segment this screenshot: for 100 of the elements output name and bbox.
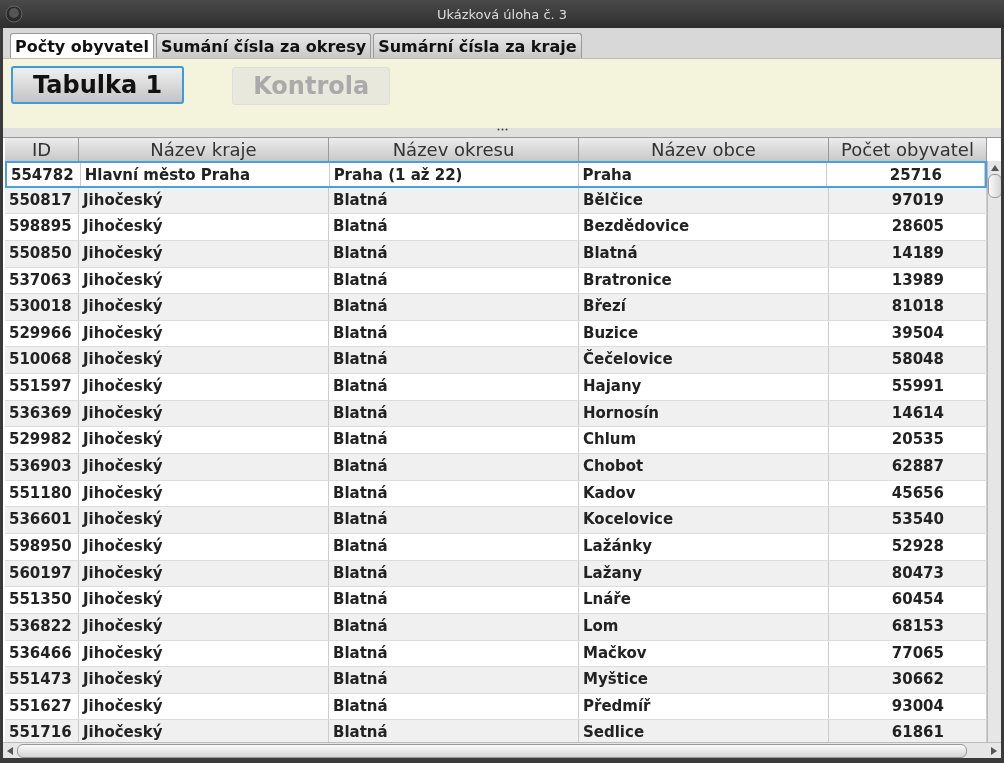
- table-cell: 551350: [5, 587, 79, 613]
- table-cell: 598895: [5, 214, 79, 240]
- table-row[interactable]: 529982 Jihočeský Blatná Chlum 20535: [5, 427, 987, 455]
- table-cell: Jihočeský: [79, 587, 329, 613]
- table-cell: 529982: [5, 427, 79, 454]
- table-row[interactable]: 554782 Hlavní město Praha Praha (1 až 22) Praha 25716: [5, 161, 987, 188]
- table-cell: 560197: [5, 560, 79, 587]
- table-cell: Jihočeský: [79, 427, 329, 454]
- table-cell: Lažánky: [579, 533, 829, 560]
- table-row[interactable]: 560197 Jihočeský Blatná Lažany 80473: [5, 560, 987, 588]
- table-cell: Kadov: [579, 480, 829, 507]
- table-row[interactable]: 550817 Jihočeský Blatná Bělčice 97019: [5, 187, 987, 215]
- table-cell: Blatná: [329, 320, 579, 347]
- column-header[interactable]: Název obce: [579, 138, 829, 161]
- table-cell: Blatná: [329, 533, 579, 560]
- table-row[interactable]: 529966 Jihočeský Blatná Buzice 39504: [5, 320, 987, 348]
- table-row[interactable]: 550850 Jihočeský Blatná Blatná 14189: [5, 240, 987, 268]
- table-cell: Chlum: [579, 427, 829, 454]
- tab[interactable]: Počty obyvatel: [10, 33, 154, 58]
- table-row[interactable]: 536466 Jihočeský Blatná Mačkov 77065: [5, 640, 987, 668]
- table-cell: Lom: [579, 613, 829, 640]
- table-row[interactable]: 536601 Jihočeský Blatná Kocelovice 53540: [5, 507, 987, 534]
- table-cell: Hlavní město Praha: [80, 163, 330, 186]
- table-row[interactable]: 551716 Jihočeský Blatná Sedlice 61861: [5, 720, 987, 742]
- table-row[interactable]: 537063 Jihočeský Blatná Bratronice 13989: [5, 267, 987, 295]
- table-row[interactable]: 536369 Jihočeský Blatná Hornosín 14614: [5, 400, 987, 428]
- table-row[interactable]: 536822 Jihočeský Blatná Lom 68153: [5, 613, 987, 641]
- splitter-grip-icon[interactable]: [496, 128, 508, 131]
- table-cell: Blatná: [329, 507, 579, 533]
- table-row[interactable]: 536903 Jihočeský Blatná Chobot 62887: [5, 454, 987, 481]
- table-cell: 536466: [5, 640, 79, 667]
- tab[interactable]: Sumání čísla za okresy: [155, 33, 372, 58]
- table-row[interactable]: 551627 Jihočeský Blatná Předmíř 93004: [5, 693, 987, 721]
- table-cell: Blatná: [329, 560, 579, 587]
- table-cell: Jihočeský: [79, 240, 329, 267]
- table-cell: 551597: [5, 374, 79, 400]
- table-cell: Blatná: [329, 347, 579, 374]
- table-cell: Blatná: [329, 693, 579, 720]
- table-cell: Jihočeský: [79, 507, 329, 533]
- table-cell: 510068: [5, 347, 79, 374]
- vertical-scrollbar[interactable]: [987, 161, 1001, 742]
- table-cell: Předmíř: [579, 693, 829, 720]
- table-cell: Bratronice: [579, 267, 829, 294]
- table-row[interactable]: 551350 Jihočeský Blatná Lnáře 60454: [5, 587, 987, 614]
- table-cell: Jihočeský: [79, 693, 329, 720]
- table-row[interactable]: 530018 Jihočeský Blatná Březí 81018: [5, 294, 987, 321]
- table-cell: 536369: [5, 400, 79, 427]
- table-cell: Jihočeský: [79, 667, 329, 693]
- table-cell: Jihočeský: [79, 560, 329, 587]
- table-cell: 25716: [827, 163, 985, 186]
- tab[interactable]: Sumární čísla za kraje: [373, 33, 582, 58]
- column-header[interactable]: Počet obyvatel: [829, 138, 987, 161]
- column-header[interactable]: Název okresu: [329, 138, 579, 161]
- column-header[interactable]: Název kraje: [79, 138, 329, 161]
- scroll-left-icon[interactable]: [7, 746, 13, 755]
- table-cell: 530018: [5, 294, 79, 320]
- table-row[interactable]: 551473 Jihočeský Blatná Myštice 30662: [5, 667, 987, 694]
- table-cell: Chobot: [579, 454, 829, 480]
- table-cell: Jihočeský: [79, 214, 329, 240]
- table-cell: Blatná: [329, 187, 579, 214]
- table-row[interactable]: 551180 Jihočeský Blatná Kadov 45656: [5, 480, 987, 508]
- table-cell: Jihočeský: [79, 454, 329, 480]
- scroll-up-icon[interactable]: [991, 165, 999, 171]
- table-cell: Jihočeský: [79, 187, 329, 214]
- column-header[interactable]: ID: [5, 138, 79, 161]
- table-row[interactable]: 598895 Jihočeský Blatná Bezdědovice 28605: [5, 214, 987, 241]
- table-row[interactable]: 551597 Jihočeský Blatná Hajany 55991: [5, 374, 987, 401]
- table-cell: 536903: [5, 454, 79, 480]
- table-cell: Kocelovice: [579, 507, 829, 533]
- table-cell: Jihočeský: [79, 320, 329, 347]
- table-cell: 551473: [5, 667, 79, 693]
- table-cell: Blatná: [329, 667, 579, 693]
- action-button[interactable]: Tabulka 1: [11, 66, 185, 104]
- window-title: Ukázková úloha č. 3: [436, 6, 568, 22]
- table-cell: Blatná: [329, 587, 579, 613]
- table-cell: Hornosín: [579, 400, 829, 427]
- table-cell: Jihočeský: [79, 613, 329, 640]
- table-cell: 537063: [5, 267, 79, 294]
- table-cell: Jihočeský: [79, 347, 329, 374]
- table-row[interactable]: 510068 Jihočeský Blatná Čečelovice 58048: [5, 347, 987, 375]
- table-cell: Praha: [578, 163, 828, 186]
- table-cell: Blatná: [329, 480, 579, 507]
- table-cell: Blatná: [329, 454, 579, 480]
- table-cell: 554782: [7, 163, 81, 186]
- window-button-icon[interactable]: [5, 5, 23, 23]
- table-row[interactable]: 598950 Jihočeský Blatná Lažánky 52928: [5, 533, 987, 561]
- table-cell: Jihočeský: [79, 480, 329, 507]
- scroll-right-icon[interactable]: [991, 746, 997, 755]
- table-cell: Blatná: [329, 427, 579, 454]
- table-cell: 598950: [5, 533, 79, 560]
- table-cell: Blatná: [329, 400, 579, 427]
- table-cell: Praha (1 až 22): [329, 163, 579, 186]
- table-cell: Jihočeský: [79, 267, 329, 294]
- table-cell: 529966: [5, 320, 79, 347]
- table-cell: Blatná: [329, 374, 579, 400]
- table-cell: Jihočeský: [79, 374, 329, 400]
- scrollbar-thumb[interactable]: [988, 174, 1001, 198]
- table-cell: Buzice: [579, 320, 829, 347]
- table-cell: Jihočeský: [79, 294, 329, 320]
- table-cell: Blatná: [579, 240, 829, 267]
